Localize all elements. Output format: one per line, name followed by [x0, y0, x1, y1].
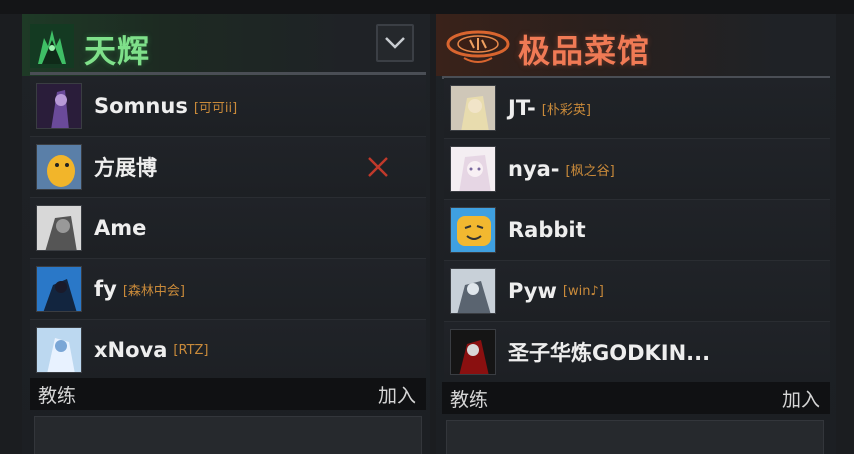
player-name: fy: [94, 277, 117, 301]
join-coach-button[interactable]: 加入: [378, 381, 416, 408]
top-frame: [0, 0, 854, 14]
header-divider: [30, 72, 426, 75]
player-slot[interactable]: Ame: [30, 198, 426, 259]
player-avatar: [36, 327, 82, 373]
join-coach-button[interactable]: 加入: [782, 385, 820, 412]
dire-team-header: 极品菜馆: [436, 14, 836, 79]
player-name: Rabbit: [508, 218, 586, 242]
dire-coach-slot[interactable]: [446, 420, 824, 454]
player-slot[interactable]: 圣子华炼GODKIN...: [444, 322, 830, 383]
player-slot[interactable]: Rabbit: [444, 200, 830, 261]
player-name: 方展博: [94, 156, 157, 180]
dire-coach-bar: 教练 加入: [442, 382, 830, 414]
player-guild-tag: [RTZ]: [173, 342, 209, 358]
player-avatar: [450, 207, 496, 253]
player-slot[interactable]: 方展博: [30, 137, 426, 198]
player-slot[interactable]: xNova [RTZ]: [30, 320, 426, 381]
player-name: JT-: [508, 96, 536, 120]
radiant-team-panel: 天辉 Somnus [可可ii] 方展博 Ame fy [森林中会] xNova…: [22, 14, 430, 454]
player-avatar: [36, 144, 82, 190]
dire-team-panel: 极品菜馆 JT- [朴彩英] nya- [枫之谷] Rabbit Pyw [wi…: [436, 14, 836, 454]
player-name: Somnus: [94, 94, 188, 118]
player-slot[interactable]: nya- [枫之谷]: [444, 139, 830, 200]
player-guild-tag: [可可ii]: [193, 100, 238, 116]
player-name: xNova: [94, 338, 168, 362]
radiant-team-name: 天辉: [84, 32, 151, 70]
radiant-team-header: 天辉: [22, 14, 430, 76]
radiant-coach-slot[interactable]: [34, 416, 422, 454]
close-icon[interactable]: [366, 155, 390, 179]
player-avatar: [36, 205, 82, 251]
player-avatar: [450, 85, 496, 131]
chevron-down-icon: [385, 37, 405, 49]
player-slot[interactable]: Pyw [win♪]: [444, 261, 830, 322]
dire-team-name: 极品菜馆: [518, 32, 651, 70]
player-slot[interactable]: JT- [朴彩英]: [444, 78, 830, 139]
team-dropdown-button[interactable]: [376, 24, 414, 62]
coach-label: 教练: [450, 388, 489, 411]
player-avatar: [450, 268, 496, 314]
player-name: Ame: [94, 216, 147, 240]
radiant-logo: [30, 24, 74, 68]
player-avatar: [450, 146, 496, 192]
player-guild-tag: [森林中会]: [122, 283, 185, 299]
player-avatar: [36, 83, 82, 129]
player-avatar: [450, 329, 496, 375]
coach-label: 教练: [38, 384, 77, 407]
player-guild-tag: [win♪]: [562, 283, 604, 299]
radiant-coach-bar: 教练 加入: [30, 378, 426, 410]
player-name: Pyw: [508, 279, 557, 303]
player-guild-tag: [朴彩英]: [541, 102, 591, 118]
player-avatar: [36, 266, 82, 312]
player-guild-tag: [枫之谷]: [565, 163, 615, 179]
player-name: 圣子华炼GODKIN...: [508, 341, 711, 365]
dire-player-list: JT- [朴彩英] nya- [枫之谷] Rabbit Pyw [win♪] 圣…: [444, 78, 830, 383]
player-name: nya-: [508, 157, 560, 181]
player-slot[interactable]: fy [森林中会]: [30, 259, 426, 320]
dire-logo: [444, 26, 512, 66]
player-slot[interactable]: Somnus [可可ii]: [30, 76, 426, 137]
radiant-player-list: Somnus [可可ii] 方展博 Ame fy [森林中会] xNova [R…: [30, 76, 426, 381]
